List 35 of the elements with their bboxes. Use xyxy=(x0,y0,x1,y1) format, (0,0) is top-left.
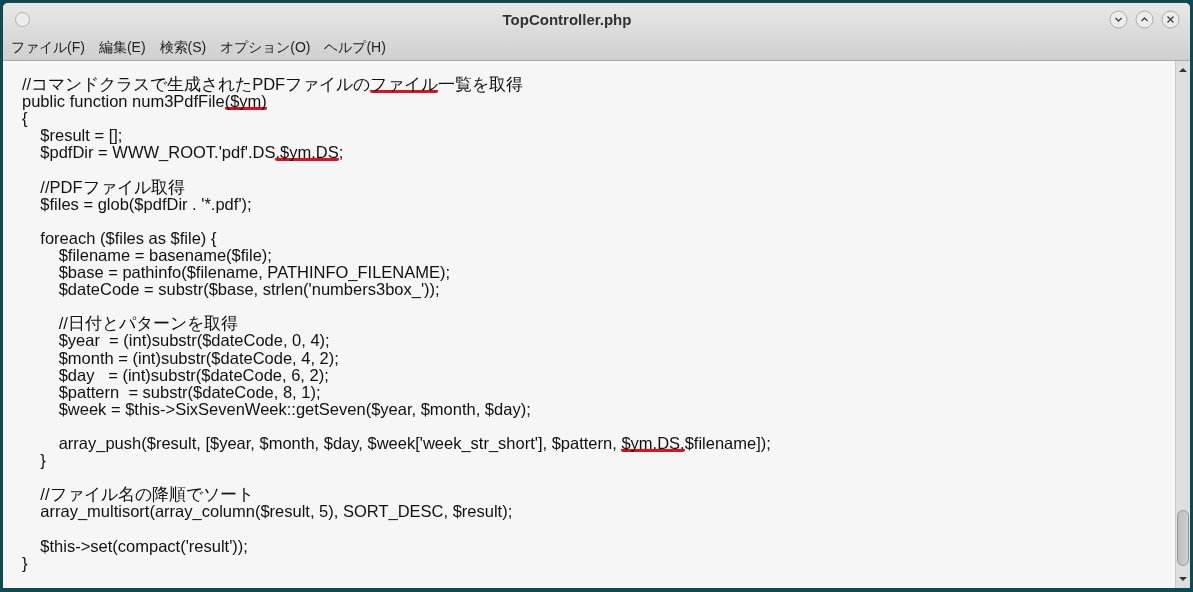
code-line: } xyxy=(22,554,29,572)
code-line: $files = glob($pdfDir . '*.pdf'); xyxy=(39,195,253,213)
code-line: $week = $this->SixSevenWeek::getSeven($year, $month, $day); xyxy=(57,400,532,418)
code-line: array_multisort(array_column($result, 5), SORT_DESC, $result); xyxy=(39,503,514,521)
code-line: //コマンドクラスで生成されたPDFファイルのファイル一覧を取得 xyxy=(22,76,525,94)
menu-item[interactable]: 検索(S) xyxy=(157,36,209,59)
code-line: $result = []; xyxy=(39,127,124,145)
code-line: $day = (int)substr($dateCode, 6, 2); xyxy=(57,366,329,384)
code-line: $year = (int)substr($dateCode, 0, 4); xyxy=(57,332,331,350)
menu-item[interactable]: ファイル(F) xyxy=(9,36,87,59)
window-dot-icon[interactable] xyxy=(13,9,32,29)
menu-item[interactable]: 編集(E) xyxy=(96,36,148,59)
code-line: $pattern = substr($dateCode, 8, 1); xyxy=(57,383,321,401)
code-line: $filename = basename($file); xyxy=(57,246,273,265)
code-line: $base = pathinfo($filename, PATHINFO_FILENAME); xyxy=(57,264,452,282)
code-line: $dateCode = substr($base, strlen('numbers3box_')); xyxy=(57,281,440,299)
code-line: //ファイル名の降順でソート xyxy=(39,486,255,504)
code-line: //日付とパターンを取得 xyxy=(57,315,239,333)
code-line: $this->set(compact('result')); xyxy=(39,537,249,555)
code-line: public function num3PdfFile($ym) xyxy=(22,93,268,111)
scroll-thumb[interactable] xyxy=(1177,510,1189,566)
code-line: $pdfDir = WWW_ROOT.'pdf'.DS.$ym.DS; xyxy=(39,144,345,162)
code-line: //PDFファイル取得 xyxy=(39,178,186,196)
minimize-icon[interactable] xyxy=(1109,9,1128,29)
scrollbar[interactable] xyxy=(1175,61,1190,588)
code-line: $month = (int)substr($dateCode, 4, 2); xyxy=(57,349,340,367)
code-line: array_push($result, [$year, $month, $day, $week['week_str_short'], $pattern, $ym.DS.$filename]); xyxy=(57,434,772,453)
code-line: { xyxy=(22,110,28,128)
close-icon[interactable] xyxy=(1161,9,1180,29)
menu-item[interactable]: ヘルプ(H) xyxy=(322,36,388,59)
maximize-icon[interactable] xyxy=(1135,9,1154,29)
menu-item[interactable]: オプション(O) xyxy=(218,36,313,59)
code-line: foreach ($files as $file) { xyxy=(39,229,218,247)
code-line: } xyxy=(39,452,47,470)
window-title: TopController.php xyxy=(501,10,633,28)
